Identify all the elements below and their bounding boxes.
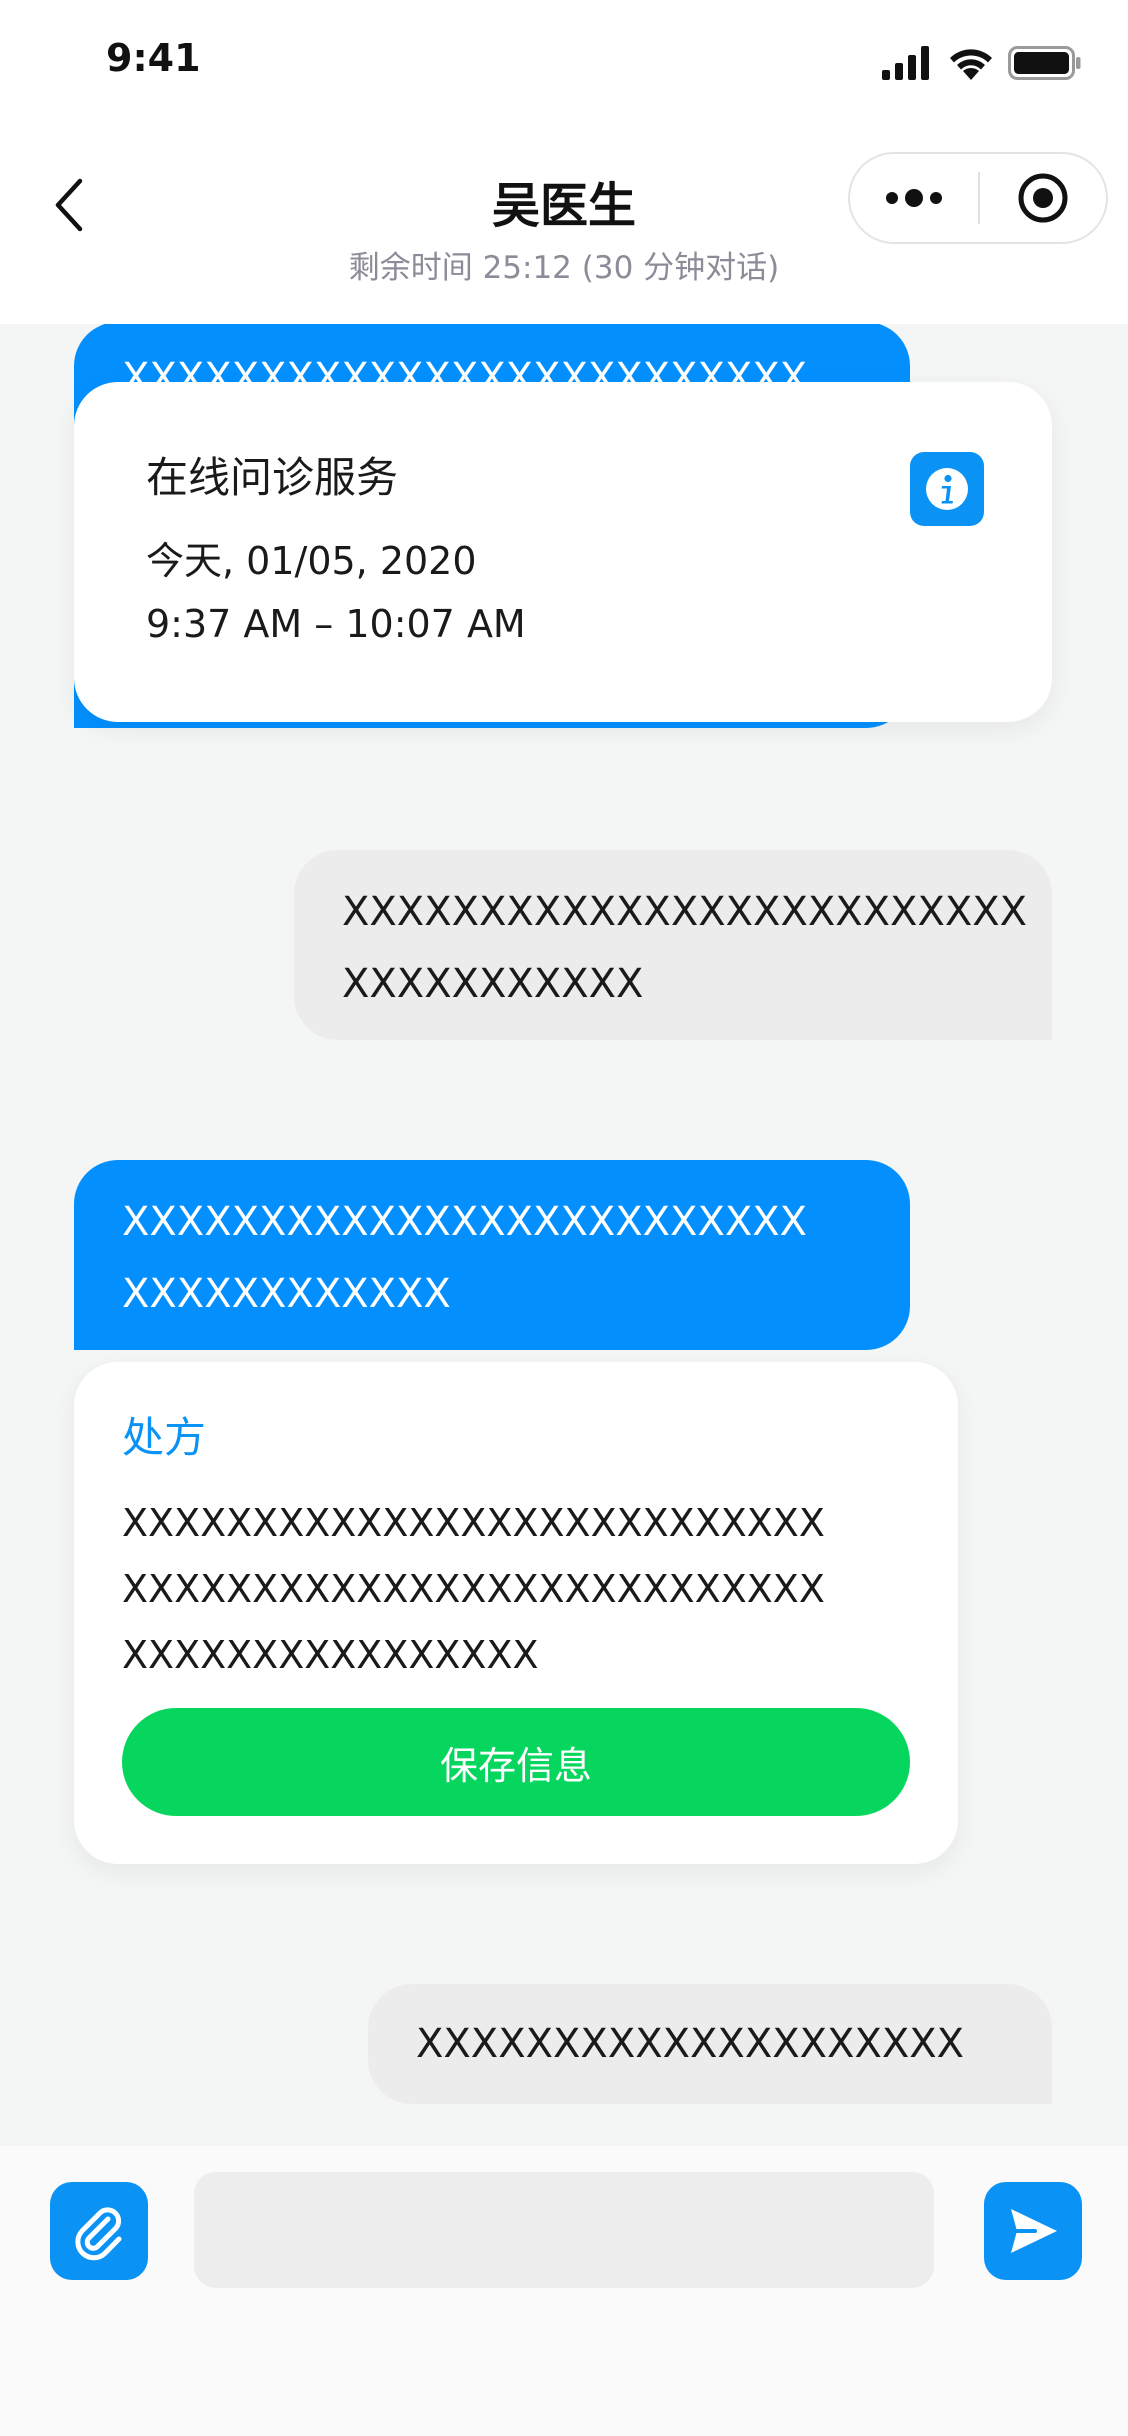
message-text: XXXXXXXXXXXXXXXXXXXX bbox=[416, 2021, 965, 2067]
message-input[interactable] bbox=[194, 2172, 934, 2288]
miniprogram-capsule bbox=[848, 152, 1108, 244]
status-bar: 9:41 bbox=[0, 0, 1128, 130]
message-input-bar bbox=[0, 2146, 1128, 2436]
info-icon bbox=[926, 468, 968, 510]
remaining-time-label: 剩余时间 25:12 (30 分钟对话) bbox=[348, 250, 780, 286]
close-miniprogram-button[interactable] bbox=[980, 154, 1106, 242]
send-arrow-icon bbox=[1011, 2209, 1057, 2253]
send-button[interactable] bbox=[984, 2182, 1082, 2280]
message-text-line: XXXXXXXXXXXXXXXXXXXXXXXXX bbox=[122, 1199, 808, 1245]
message-text-line: XXXXXXXXXXX bbox=[342, 961, 644, 1007]
prescription-card: 处方 XXXXXXXXXXXXXXXXXXXXXXXXXXXXXXXXXXXXX… bbox=[74, 1362, 958, 1864]
save-info-button[interactable]: 保存信息 bbox=[122, 1708, 910, 1816]
message-text-line: XXXXXXXXXXXXXXXXXXXXXXXXX bbox=[342, 889, 1028, 935]
battery-icon bbox=[1008, 46, 1081, 80]
status-icons bbox=[882, 46, 1082, 80]
status-time: 9:41 bbox=[106, 36, 201, 80]
message-text-line: XXXXXXXXXXXX bbox=[122, 1271, 451, 1317]
chat-message-list[interactable]: XXXXXXXXXXXXXXXXXXXXXXXXX 在线问诊服务 今天, 01/… bbox=[0, 324, 1128, 2146]
prescription-content: XXXXXXXXXXXXXXXXXXXXXXXXXXXXXXXXXXXXXXXX… bbox=[122, 1501, 825, 1677]
more-dots-icon bbox=[886, 189, 942, 207]
signal-icon bbox=[882, 46, 929, 80]
user-message-bubble: XXXXXXXXXXXXXXXXXXXXXXXXX XXXXXXXXXXX bbox=[294, 850, 1052, 1040]
paperclip-icon bbox=[75, 2207, 122, 2261]
consult-service-title: 在线问诊服务 bbox=[146, 453, 399, 502]
user-message-bubble: XXXXXXXXXXXXXXXXXXXX bbox=[368, 1984, 1052, 2104]
doctor-message-bubble: XXXXXXXXXXXXXXXXXXXXXXXXX XXXXXXXXXXXX bbox=[74, 1160, 910, 1350]
target-circle-icon bbox=[1018, 173, 1068, 223]
info-button[interactable] bbox=[910, 452, 984, 526]
consult-date: 今天, 01/05, 2020 bbox=[146, 539, 477, 583]
consult-time-range: 9:37 AM – 10:07 AM bbox=[146, 602, 526, 646]
consultation-info-card: 在线问诊服务 今天, 01/05, 2020 9:37 AM – 10:07 A… bbox=[74, 382, 1052, 722]
wifi-icon bbox=[950, 49, 992, 80]
attach-button[interactable] bbox=[50, 2182, 148, 2280]
prescription-title: 处方 bbox=[122, 1413, 207, 1462]
nav-bar: 吴医生 剩余时间 25:12 (30 分钟对话) bbox=[0, 130, 1128, 324]
more-button[interactable] bbox=[850, 154, 978, 242]
